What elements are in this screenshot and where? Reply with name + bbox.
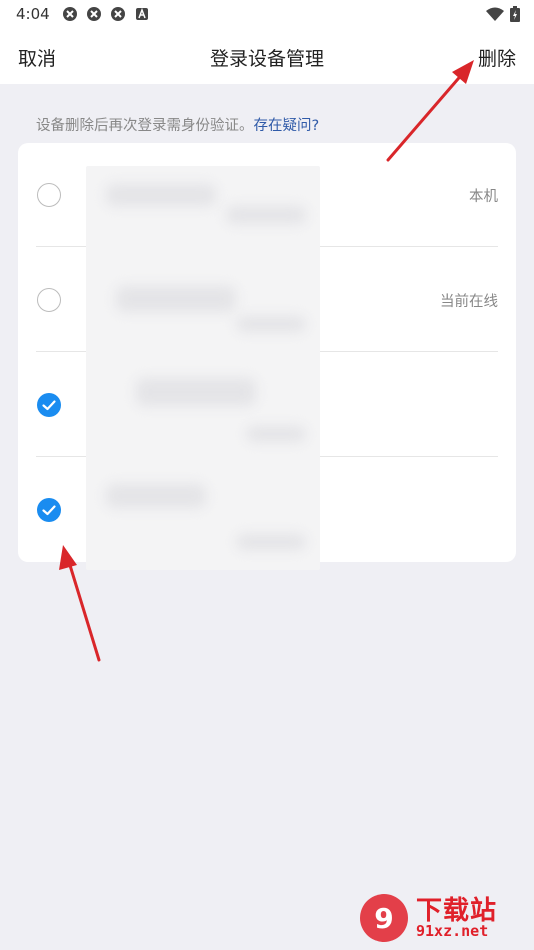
battery-icon [510, 6, 520, 22]
delete-button[interactable]: 删除 [478, 44, 516, 71]
checkmark-icon [42, 400, 56, 411]
sync-icon [110, 7, 125, 21]
site-logo: 9 [360, 894, 408, 942]
status-bar: 4:04 [0, 0, 534, 28]
redacted-device-info [86, 166, 320, 570]
wifi-icon [486, 7, 504, 21]
device-tag: 本机 [469, 189, 498, 205]
notice-message: 设备删除后再次登录需身份验证。 [36, 118, 254, 134]
device-select-radio[interactable] [37, 288, 61, 312]
notice-text: 设备删除后再次登录需身份验证。存在疑问? [36, 114, 319, 135]
a-box-icon [135, 7, 148, 20]
device-tag: 当前在线 [440, 294, 498, 310]
navigation-bar: 取消 登录设备管理 删除 [0, 28, 534, 84]
checkmark-icon [42, 505, 56, 516]
watermark: 9 下载站 91xz.net [358, 888, 530, 948]
status-system-icons [486, 6, 520, 22]
watermark-url: 91xz.net [416, 922, 489, 940]
sync-icon [86, 7, 101, 21]
sync-icon [62, 7, 77, 21]
svg-text:9: 9 [374, 902, 393, 935]
device-select-radio[interactable] [37, 393, 61, 417]
device-select-radio[interactable] [37, 498, 61, 522]
device-select-radio[interactable] [37, 183, 61, 207]
status-time: 4:04 [16, 5, 50, 23]
page-title: 登录设备管理 [209, 48, 324, 70]
status-notification-icons [62, 6, 150, 22]
help-link[interactable]: 存在疑问? [254, 118, 320, 134]
